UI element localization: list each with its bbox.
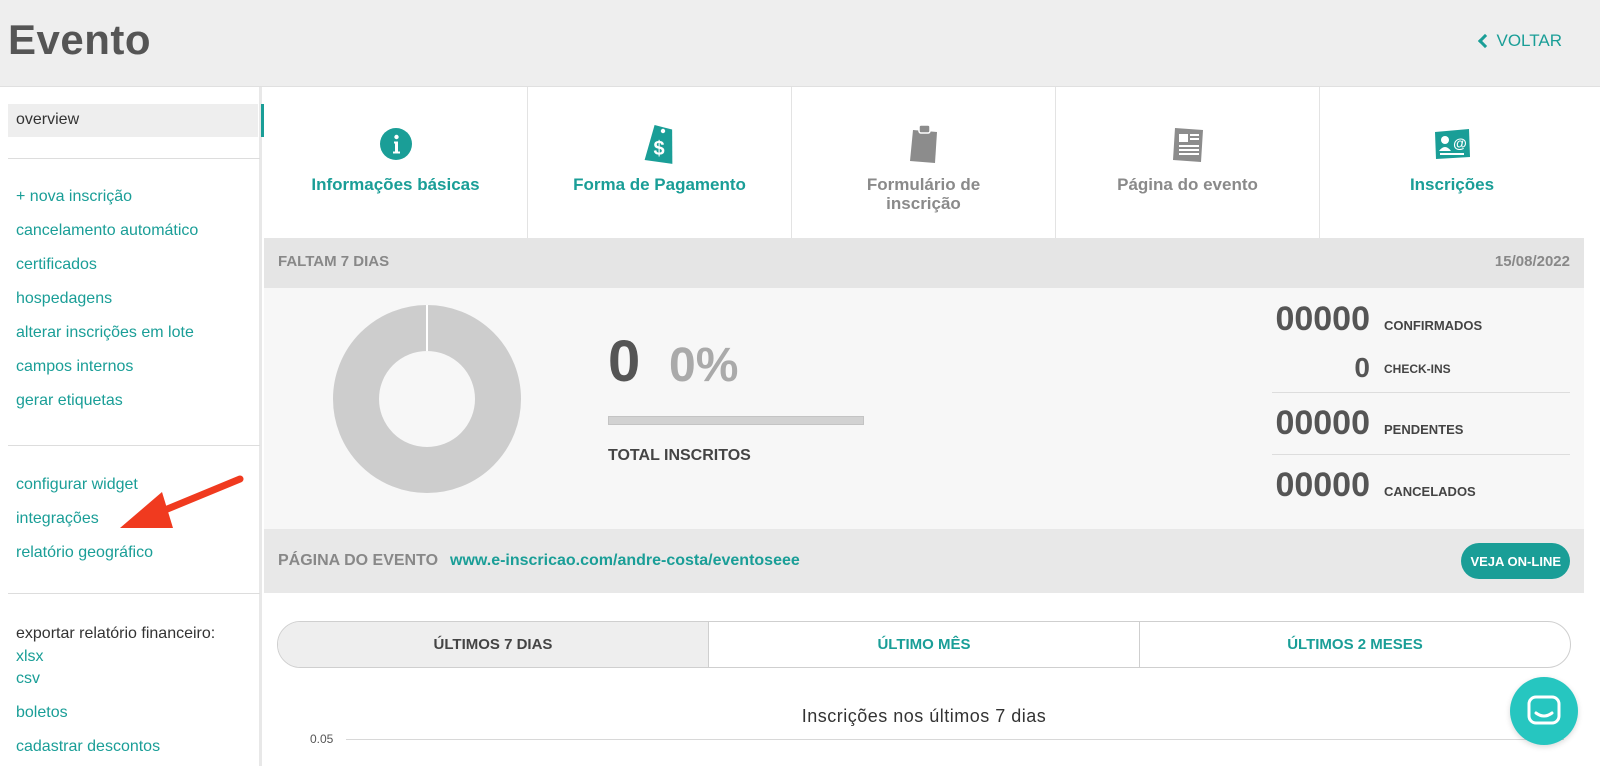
chevron-left-icon: [1477, 33, 1492, 49]
sidebar: overview + nova inscrição cancelamento a…: [0, 87, 269, 766]
tab-ultimos-7-dias[interactable]: ÚLTIMOS 7 DIAS: [278, 622, 709, 667]
tile-informacoes-basicas[interactable]: Informações básicas: [264, 87, 528, 238]
sidebar-item-nova-inscricao[interactable]: + nova inscrição: [16, 188, 132, 206]
tile-label: Informações básicas: [311, 175, 480, 194]
view-online-button[interactable]: VEJA ON-LINE: [1461, 543, 1570, 579]
event-page-label: PÁGINA DO EVENTO: [278, 552, 439, 569]
price-tag-icon: $: [640, 123, 680, 165]
page-title: Evento: [8, 16, 152, 63]
sidebar-divider: [8, 158, 260, 159]
sidebar-item-boletos[interactable]: boletos: [16, 704, 68, 722]
event-page-url[interactable]: www.e-inscricao.com/andre-costa/eventose…: [450, 552, 800, 570]
registrations-progress-bar: [608, 416, 864, 425]
export-label: exportar relatório financeiro:: [16, 625, 216, 642]
sidebar-divider: [8, 593, 260, 594]
back-label: VOLTAR: [1496, 31, 1563, 50]
chat-widget-button[interactable]: [1510, 677, 1578, 745]
sidebar-item-integracoes[interactable]: integrações: [16, 510, 99, 528]
sidebar-item-hospedagens[interactable]: hospedagens: [16, 290, 112, 308]
count-label: CONFIRMADOS: [1384, 318, 1483, 333]
count-divider: [1272, 392, 1570, 393]
count-check-ins: 0 CHECK-INS: [1272, 352, 1570, 383]
svg-text:@: @: [1453, 135, 1467, 151]
tile-forma-de-pagamento[interactable]: $ Forma de Pagamento: [528, 87, 792, 238]
sidebar-item-campos-internos[interactable]: campos internos: [16, 358, 133, 376]
count-label: CHECK-INS: [1384, 362, 1451, 376]
chart-gridline: [346, 739, 1564, 740]
y-axis-tick: 0.05: [310, 732, 334, 746]
registrations-donut-chart: [333, 305, 521, 493]
newspaper-icon: [1168, 123, 1208, 165]
sidebar-item-cadastrar-descontos[interactable]: cadastrar descontos: [16, 738, 160, 756]
chart-title: Inscrições nos últimos 7 dias: [801, 706, 1047, 726]
tab-ultimo-mes[interactable]: ÚLTIMO MÊS: [709, 622, 1140, 667]
tile-pagina-do-evento[interactable]: Página do evento: [1056, 87, 1320, 238]
registrations-percent: 0%: [669, 339, 739, 392]
event-date: 15/08/2022: [1494, 253, 1570, 270]
total-registrations-label: TOTAL INSCRITOS: [608, 447, 751, 464]
count-value: 0: [1354, 352, 1370, 383]
tile-label: Inscrições: [1409, 175, 1495, 194]
tile-formulario-de-inscricao[interactable]: Formulário de inscrição: [792, 87, 1056, 238]
count-value: 00000: [1275, 300, 1370, 338]
event-page-bar: PÁGINA DO EVENTO www.e-inscricao.com/and…: [264, 529, 1584, 593]
total-registrations: 0: [608, 329, 641, 394]
info-icon: [376, 123, 416, 165]
tab-ultimos-2-meses[interactable]: ÚLTIMOS 2 MESES: [1140, 622, 1570, 667]
chat-icon: [1527, 695, 1561, 725]
countdown-bar: FALTAM 7 DIAS 15/08/2022: [264, 238, 1584, 288]
count-label: CANCELADOS: [1384, 484, 1476, 499]
contact-card-icon: @: [1432, 123, 1472, 165]
count-confirmados: 00000 CONFIRMADOS: [1272, 300, 1570, 340]
back-button[interactable]: VOLTAR: [1477, 31, 1563, 51]
count-value: 00000: [1275, 466, 1370, 504]
tile-label: Formulário de inscrição: [866, 175, 981, 213]
count-cancelados: 00000 CANCELADOS: [1272, 466, 1570, 506]
sidebar-item-overview[interactable]: overview: [8, 104, 269, 137]
period-tabs: ÚLTIMOS 7 DIAS ÚLTIMO MÊS ÚLTIMOS 2 MESE…: [277, 621, 1571, 668]
count-label: PENDENTES: [1384, 422, 1464, 437]
clipboard-icon: [904, 123, 944, 165]
count-value: 00000: [1275, 404, 1370, 442]
setup-tiles: Informações básicas $ Forma de Pagamento…: [264, 87, 1600, 238]
sidebar-item-label: overview: [16, 111, 80, 128]
main-content: Informações básicas $ Forma de Pagamento…: [264, 87, 1600, 766]
svg-text:$: $: [653, 138, 664, 160]
sidebar-item-relatorio-geografico[interactable]: relatório geográfico: [16, 544, 153, 562]
export-xlsx-link[interactable]: xlsx: [16, 648, 44, 666]
export-csv-link[interactable]: csv: [16, 670, 40, 688]
tile-inscricoes[interactable]: @ Inscrições: [1320, 87, 1584, 238]
stats-panel: 0 0% TOTAL INSCRITOS 00000 CONFIRMADOS 0…: [264, 288, 1584, 529]
tile-label: Forma de Pagamento: [573, 175, 746, 194]
red-arrow-annotation: [120, 475, 244, 528]
sidebar-item-gerar-etiquetas[interactable]: gerar etiquetas: [16, 392, 123, 410]
sidebar-item-certificados[interactable]: certificados: [16, 256, 97, 274]
sidebar-item-cancelamento-automatico[interactable]: cancelamento automático: [16, 222, 198, 240]
sidebar-divider: [8, 445, 260, 446]
top-bar: Evento VOLTAR: [0, 0, 1600, 87]
sidebar-item-alterar-inscricoes[interactable]: alterar inscrições em lote: [16, 324, 194, 342]
count-pendentes: 00000 PENDENTES: [1272, 404, 1570, 444]
tile-label: Página do evento: [1117, 175, 1258, 194]
days-remaining: FALTAM 7 DIAS: [278, 253, 390, 270]
count-divider: [1272, 454, 1570, 455]
